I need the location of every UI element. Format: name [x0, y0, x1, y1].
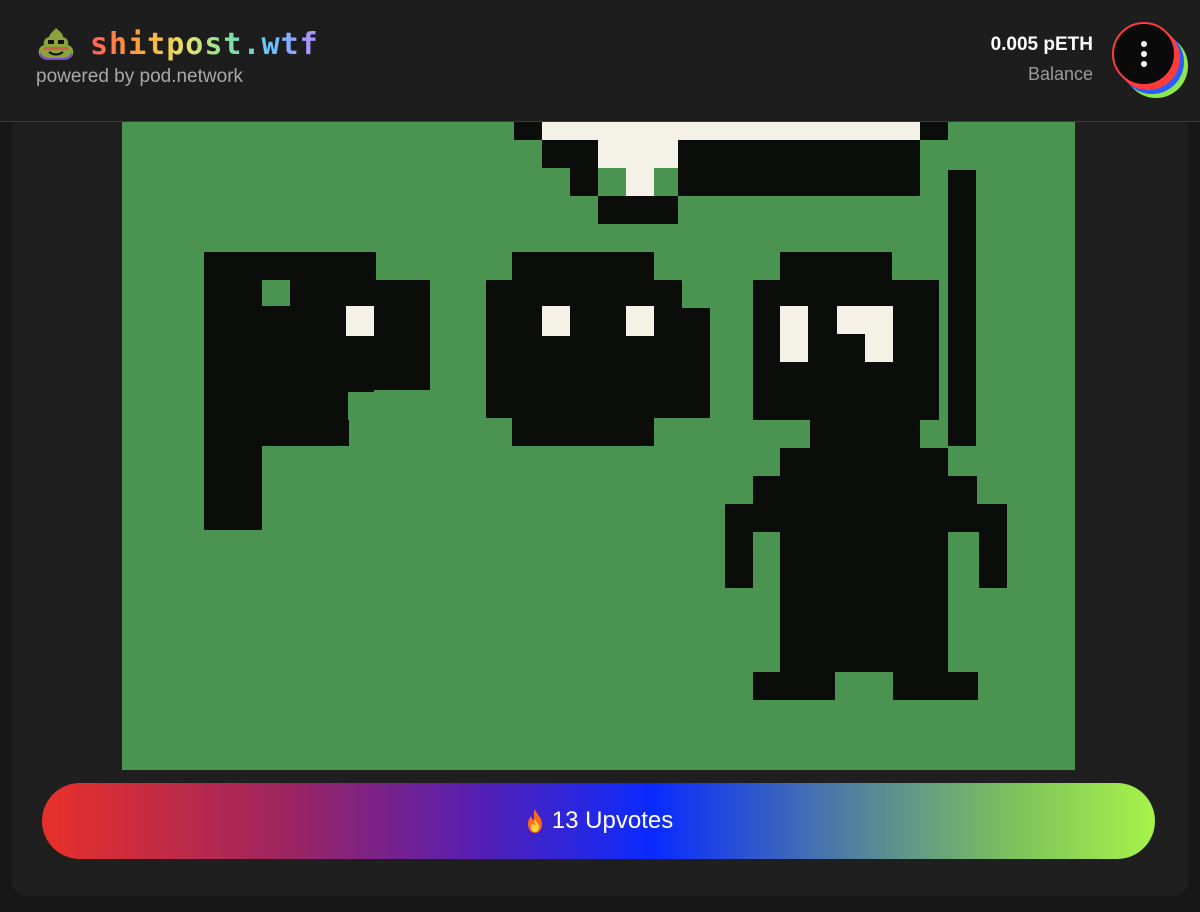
vertical-dots-icon-bottom [1141, 61, 1147, 67]
menu-button[interactable] [1112, 22, 1176, 86]
balance-label: Balance [1027, 64, 1093, 84]
top-bar: shitpost.wtf powered by pod.network 0.00… [0, 0, 1200, 122]
brand[interactable]: shitpost.wtf powered by pod.network [36, 24, 319, 88]
upvote-count: 13 Upvotes [551, 807, 674, 834]
upvote-button[interactable]: 13 Upvotes [42, 783, 1155, 859]
vertical-dots-icon [1141, 41, 1147, 47]
powered-by-text: powered by pod.network [36, 66, 244, 87]
balance-value: 0.005 pETH [990, 34, 1093, 55]
upvote-label-group: 13 Upvotes [524, 807, 673, 835]
pixel-art-pod-image[interactable] [122, 122, 1075, 770]
vertical-dots-icon-middle [1141, 51, 1147, 57]
wallet-balance: 0.005 pETH Balance [991, 34, 1093, 85]
app-title: shitpost.wtf [90, 26, 319, 62]
poop-emoji-icon [38, 28, 74, 60]
account-menu [1112, 22, 1192, 102]
fire-icon [527, 809, 542, 833]
